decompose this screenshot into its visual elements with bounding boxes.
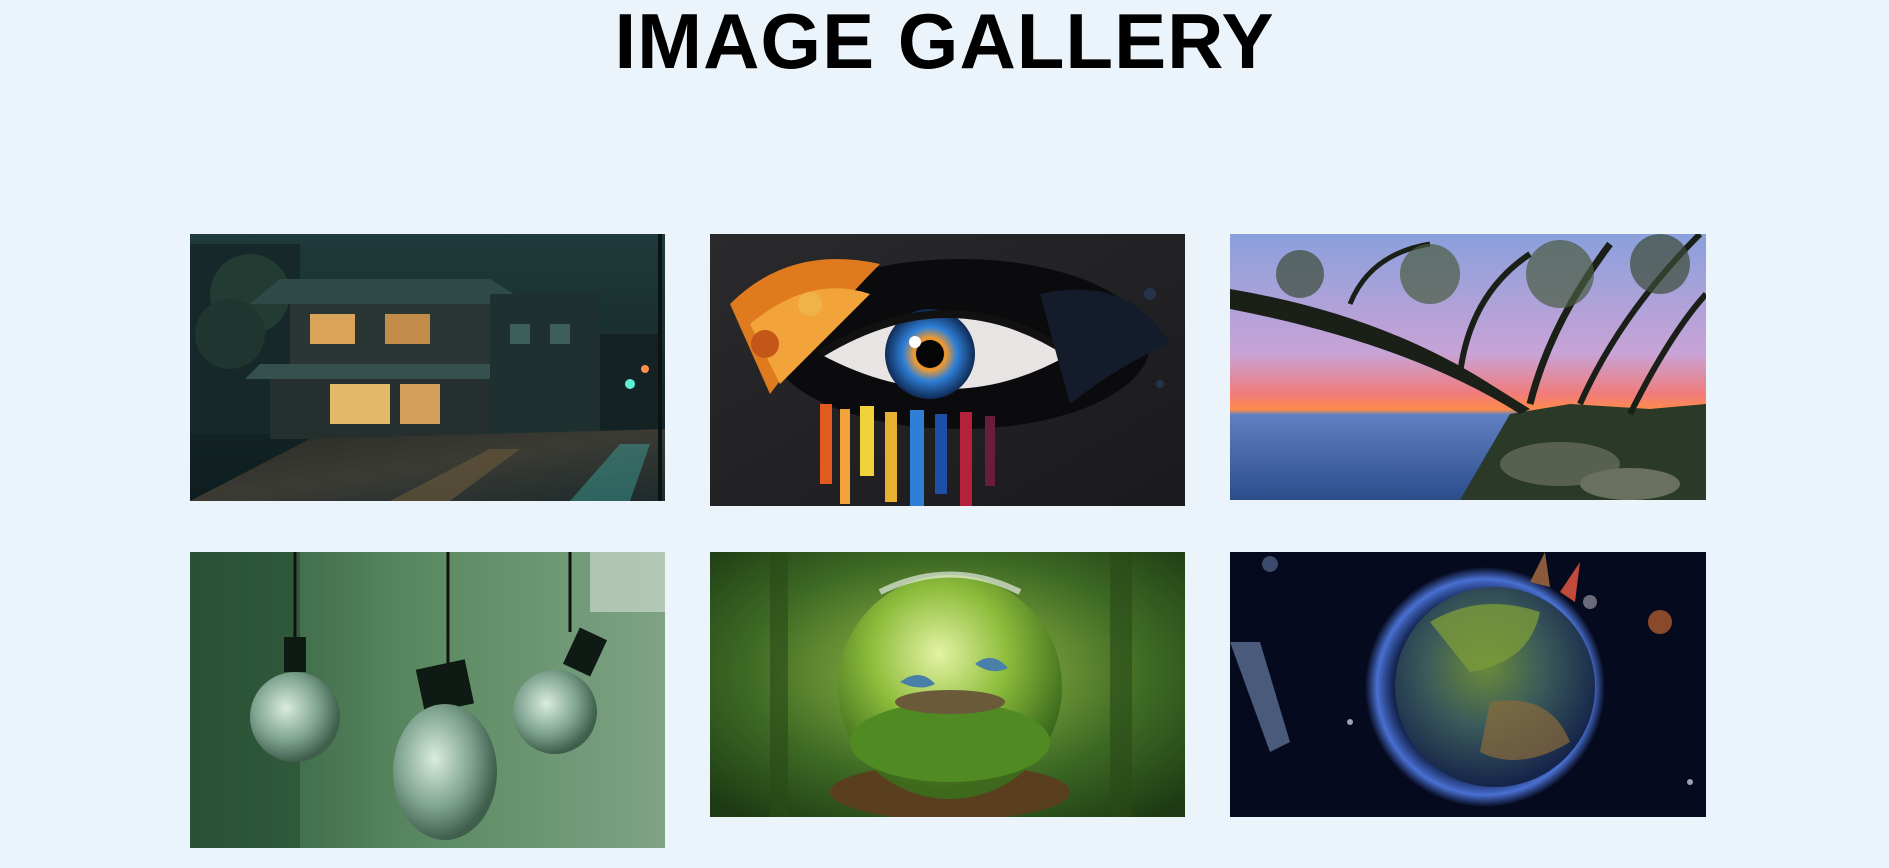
- gallery-image-planet-space[interactable]: [1230, 552, 1706, 817]
- page-title: IMAGE GALLERY: [614, 0, 1275, 85]
- night-street-picture: [190, 234, 665, 501]
- gallery-image-forest-sphere[interactable]: [710, 552, 1185, 817]
- gallery-image-night-street[interactable]: [190, 234, 665, 501]
- gallery-image-lake-sunset[interactable]: [1230, 234, 1706, 500]
- lake-sunset-picture: [1230, 234, 1706, 500]
- gallery-image-glass-bulbs[interactable]: [190, 552, 665, 848]
- gallery-image-paint-eye[interactable]: [710, 234, 1185, 506]
- forest-sphere-picture: [710, 552, 1185, 817]
- paint-eye-picture: [710, 234, 1185, 506]
- glass-bulbs-picture: [190, 552, 665, 848]
- planet-space-picture: [1230, 552, 1706, 817]
